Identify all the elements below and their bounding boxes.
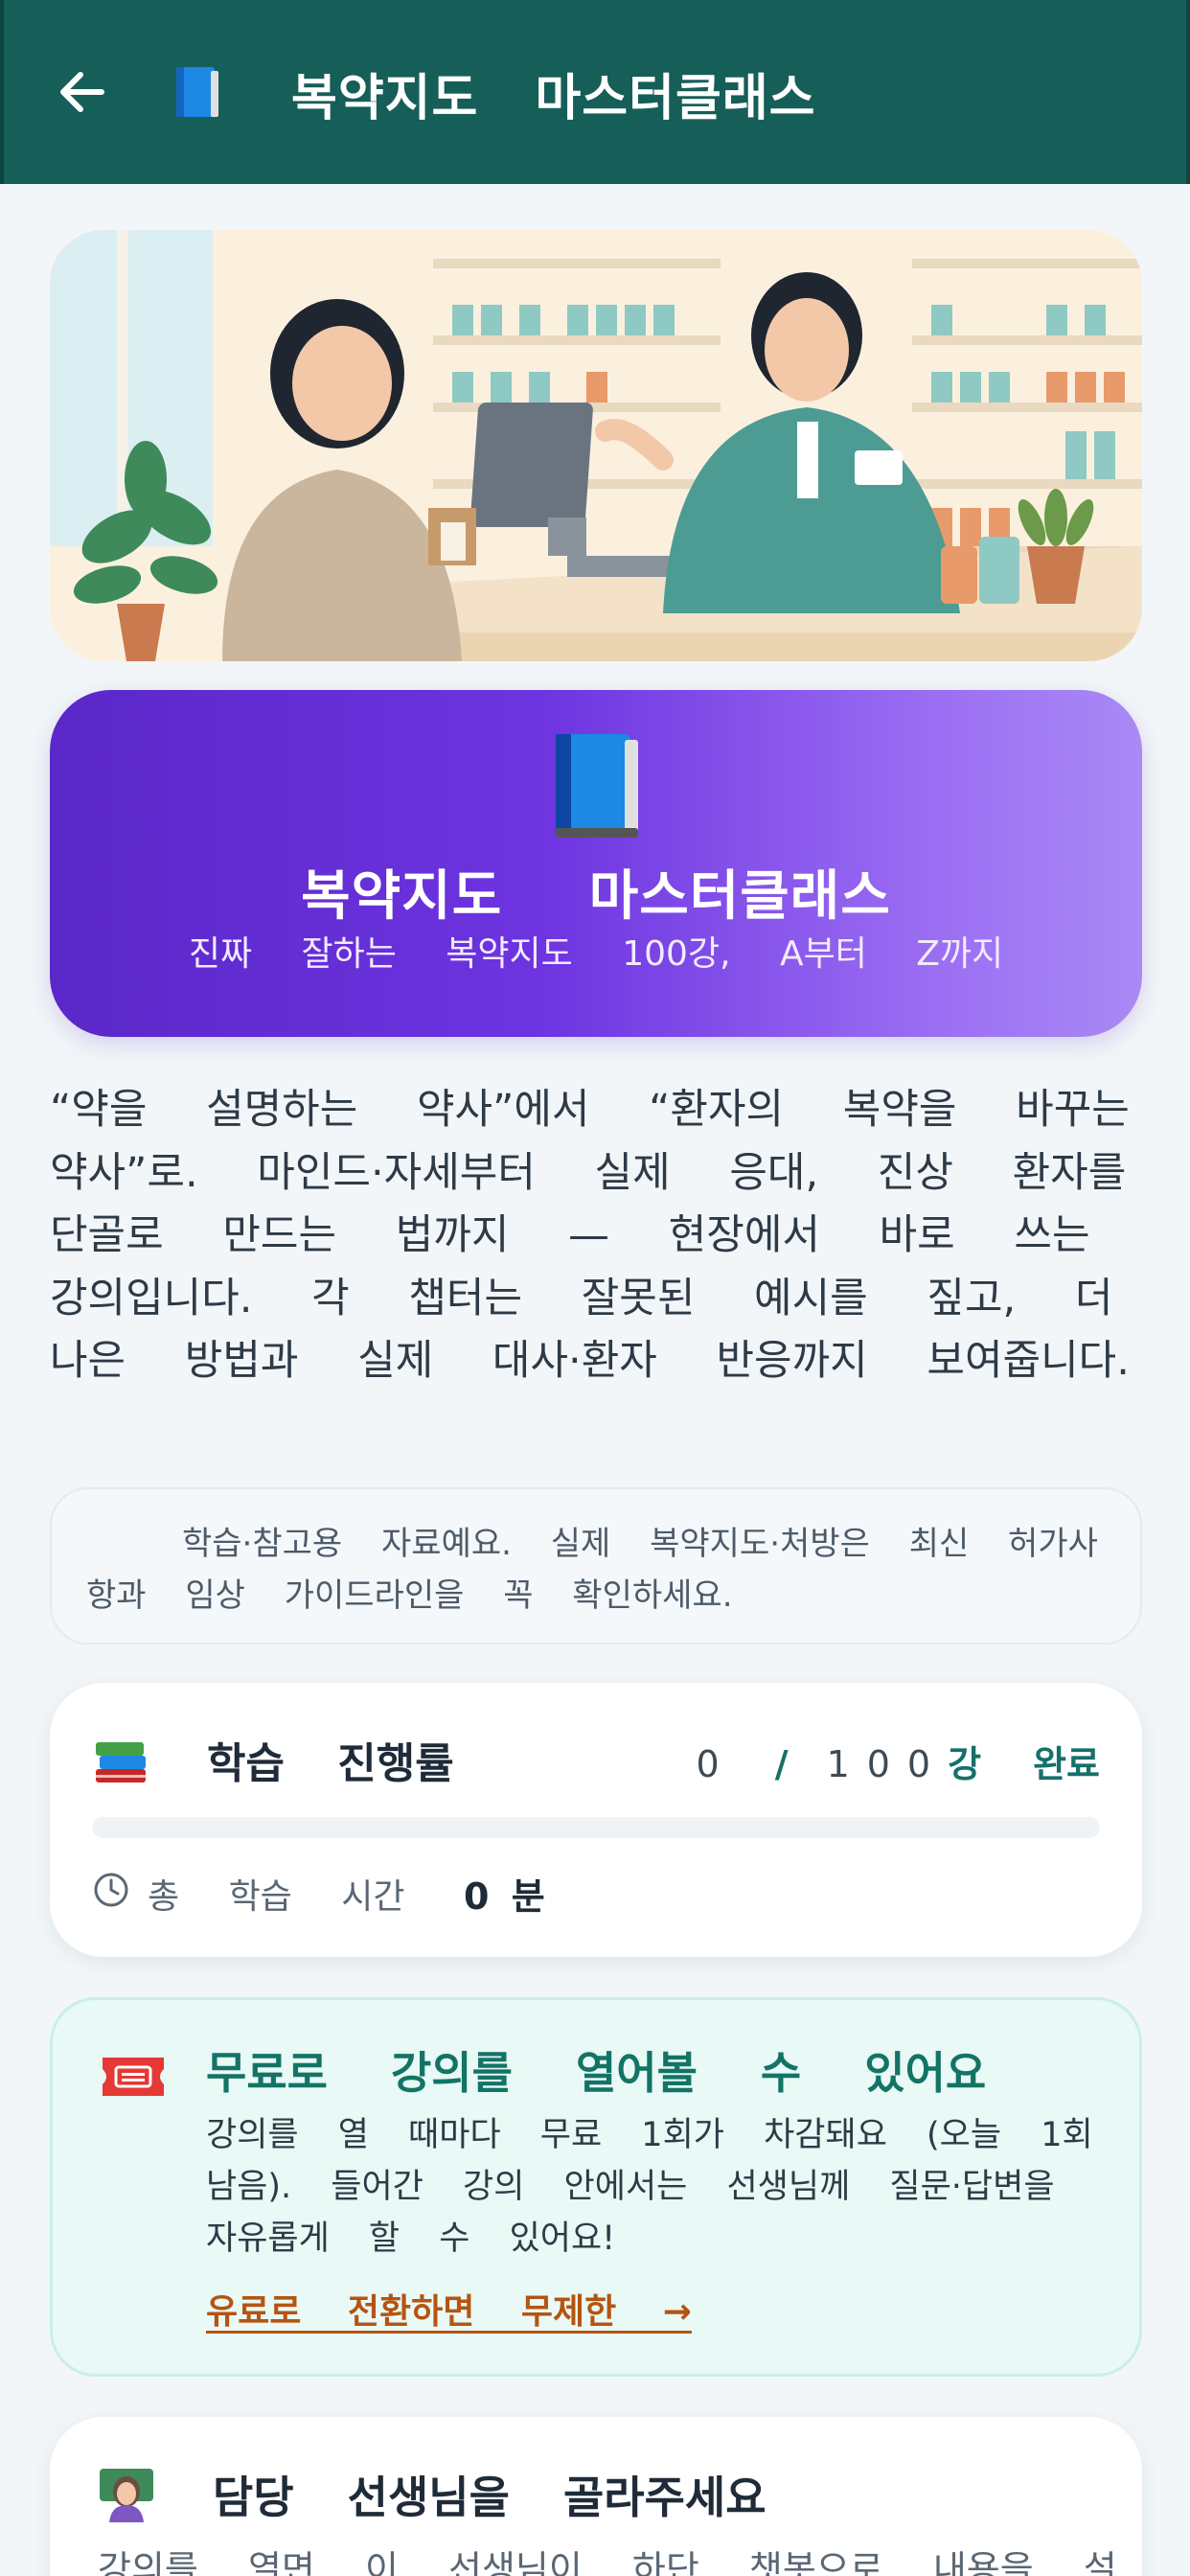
free-body: 강의를 열 때마다 무료 1회가 차감돼요 (오늘 1회 남음). 들어간 강의… bbox=[206, 2116, 1093, 2258]
progress-count: 0 / 100강 완료 bbox=[697, 1735, 1101, 1787]
app-bar: 복약지도 마스터클래스 bbox=[0, 0, 1190, 184]
study-time-number: 0 bbox=[464, 1875, 490, 1918]
progress-slash: / bbox=[774, 1743, 789, 1785]
progress-unit: 강 bbox=[948, 1743, 982, 1785]
study-time-value: 0 분 bbox=[464, 1867, 545, 1920]
ticket-icon bbox=[99, 2052, 168, 2102]
books-icon bbox=[92, 1733, 149, 1790]
teacher-title: 담당 선생님을 골라주세요 bbox=[213, 2472, 767, 2523]
free-lecture-card: 무료로 강의를 열어볼 수 있어요 강의를 열 때마다 무료 1회가 차감돼요 … bbox=[50, 1997, 1142, 2377]
arrow-left-icon bbox=[60, 72, 104, 112]
progress-title: 학습 진행률 bbox=[207, 1739, 454, 1788]
progress-done-label: 완료 bbox=[1033, 1743, 1100, 1785]
study-time-label: 총 학습 시간 bbox=[148, 1877, 405, 1917]
app-title: 복약지도 마스터클래스 bbox=[291, 70, 816, 127]
hero-illustration bbox=[50, 230, 1142, 661]
banner-title: 복약지도 마스터클래스 bbox=[301, 865, 891, 928]
free-title: 무료로 강의를 열어볼 수 있어요 bbox=[206, 2047, 987, 2099]
progress-card: 학습 진행률 0 / 100강 완료 총 학습 시간 0 분 bbox=[50, 1683, 1142, 1957]
progress-bar bbox=[92, 1817, 1100, 1838]
course-banner: 복약지도 마스터클래스 진짜 잘하는 복약지도 100강, A부터 Z까지 bbox=[50, 690, 1142, 1037]
blue-book-icon bbox=[548, 728, 644, 843]
progress-total-count: 100 bbox=[826, 1743, 949, 1785]
course-intro: “약을 설명하는 약사”에서 “환자의 복약을 바꾸는 약사”로. 마인드·자세… bbox=[50, 1086, 1130, 1385]
teacher-subtitle: 강의를 열면 이 선생님이 하단 챗봇으로 내용을 설 bbox=[98, 2548, 1117, 2576]
clock-icon bbox=[92, 1871, 130, 1909]
back-button[interactable] bbox=[54, 63, 111, 121]
progress-done-count: 0 bbox=[696, 1743, 737, 1785]
teacher-icon bbox=[98, 2467, 155, 2524]
disclaimer-notice: 학습·참고용 자료예요. 실제 복약지도·처방은 최신 허가사항과 임상 가이드… bbox=[50, 1487, 1142, 1644]
study-time-unit: 분 bbox=[511, 1875, 545, 1918]
teacher-select-card: 담당 선생님을 골라주세요 강의를 열면 이 선생님이 하단 챗봇으로 내용을 … bbox=[50, 2417, 1142, 2576]
upgrade-link[interactable]: 유료로 전환하면 무제한 → bbox=[206, 2284, 692, 2334]
banner-subtitle: 진짜 잘하는 복약지도 100강, A부터 Z까지 bbox=[188, 934, 1004, 974]
blue-book-icon bbox=[172, 63, 222, 121]
